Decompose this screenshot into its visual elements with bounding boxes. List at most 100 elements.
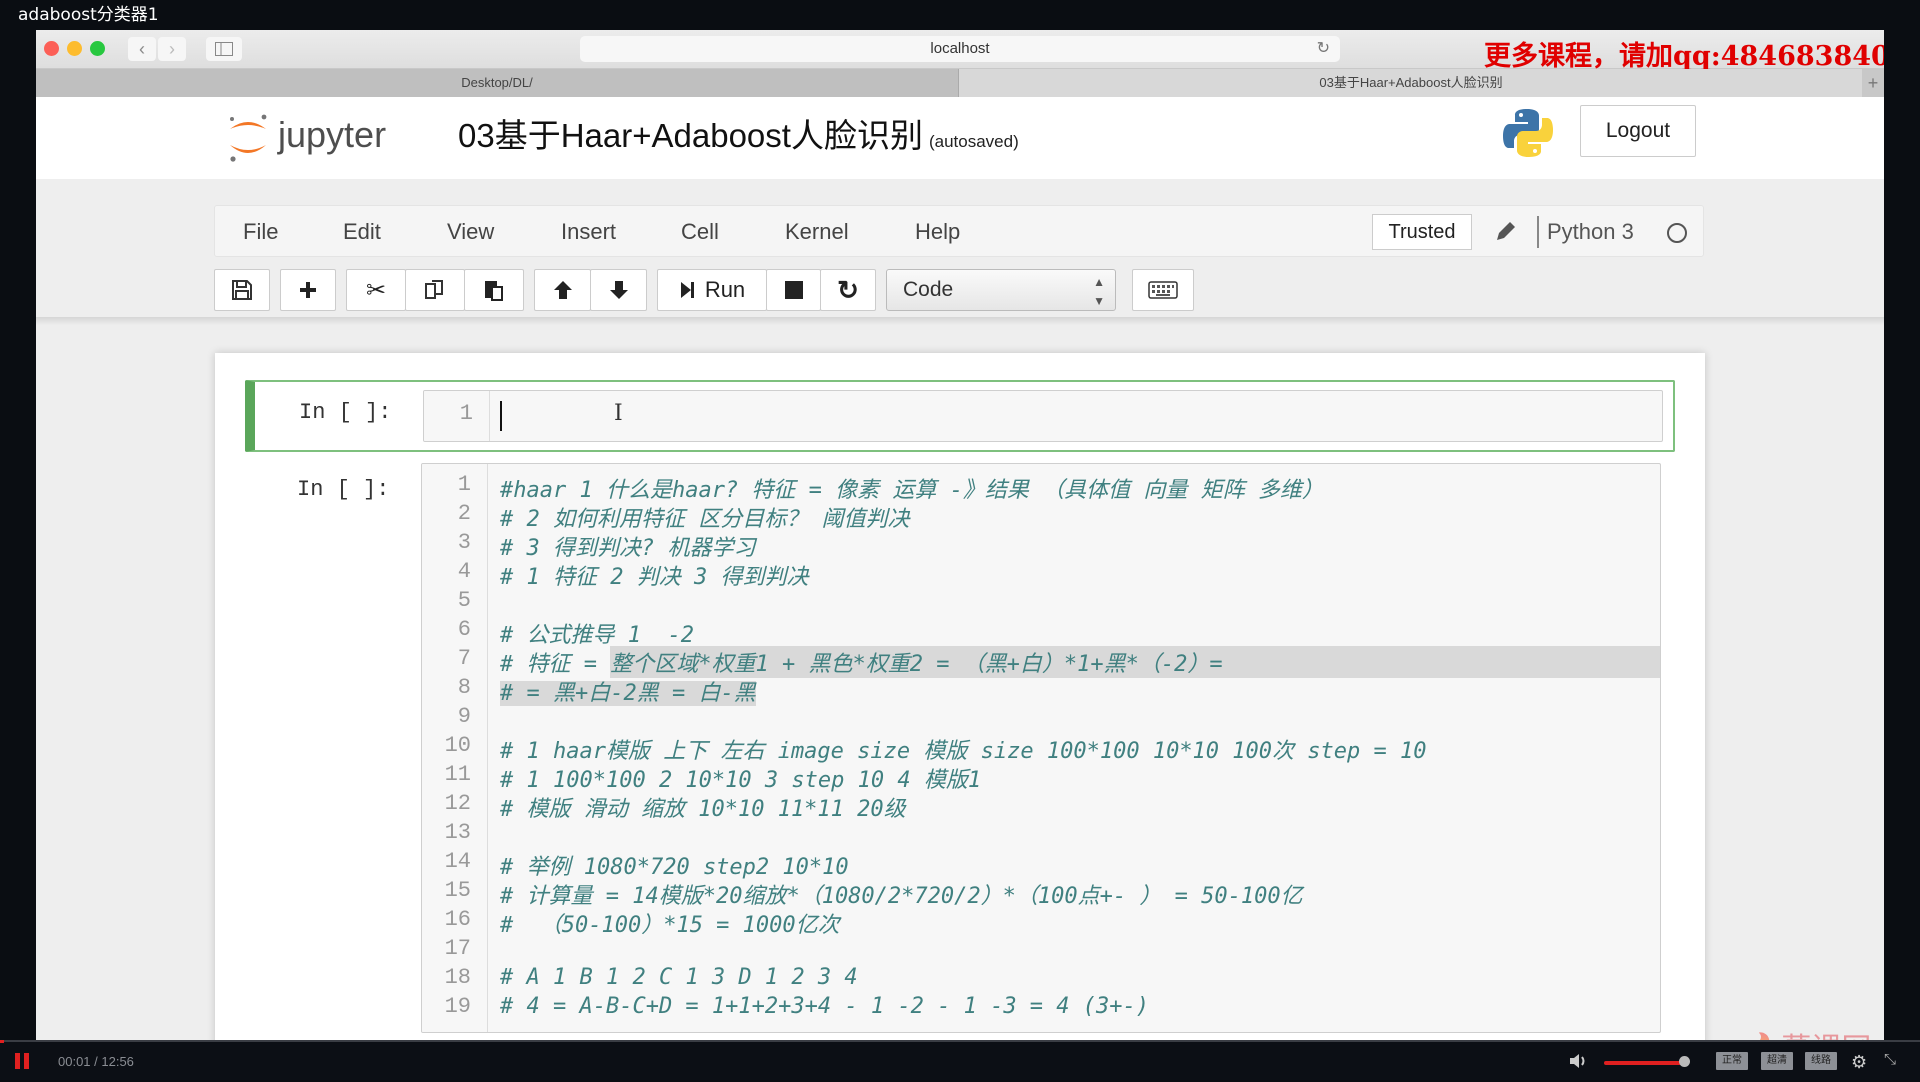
- playback-speed-button[interactable]: 正常: [1716, 1052, 1748, 1070]
- notebook-toolbar: ✂ Run ↻ Code ▲ ▼: [214, 269, 1514, 313]
- logout-button[interactable]: Logout: [1580, 105, 1696, 157]
- browser-toolbar: ‹ › localhost ↻ 更多课程，请加qq:484683840: [36, 30, 1884, 72]
- python-logo-icon: [1503, 109, 1553, 157]
- save-button[interactable]: [214, 269, 270, 311]
- jupyter-logo[interactable]: jupyter: [224, 107, 434, 167]
- address-bar[interactable]: localhost ↻: [580, 36, 1340, 62]
- code-cell[interactable]: In [ ]: 1 2 3 4 5 6 7 8 9 10 11 12 13 14 15 16 17 18 19 #h…: [245, 463, 1675, 1033]
- watermark-logo: 🔥慕课网: [1744, 1024, 1871, 1040]
- code-line: # 模版 滑动 缩放 10*10 11*11 20级: [500, 797, 906, 822]
- code-line: # 计算量 = 14模版*20缩放*（1080/2*720/2）*（100点+-…: [500, 884, 1303, 909]
- minimize-window-button[interactable]: [67, 41, 82, 56]
- tab-desktop-dl[interactable]: Desktop/DL/: [36, 69, 959, 97]
- code-line: # （50-100）*15 = 1000亿次: [500, 913, 840, 938]
- gear-icon[interactable]: ⚙: [1851, 1052, 1867, 1073]
- move-down-button[interactable]: [590, 269, 647, 311]
- pause-icon[interactable]: [14, 1052, 30, 1070]
- command-palette-button[interactable]: [1132, 269, 1194, 311]
- line-number: 18: [444, 965, 471, 990]
- restart-kernel-button[interactable]: ↻: [820, 269, 876, 311]
- notebook-name[interactable]: 03基于Haar+Adaboost人脸识别: [458, 117, 923, 154]
- kernel-separator: [1537, 216, 1539, 248]
- code-line: #haar 1 什么是haar? 特征 = 像素 运算 -》结果 （具体值 向量…: [500, 478, 1324, 503]
- volume-icon[interactable]: [1568, 1052, 1588, 1070]
- line-number: 12: [444, 791, 471, 816]
- line-number: 13: [444, 820, 471, 845]
- notebook-title[interactable]: 03基于Haar+Adaboost人脸识别 (autosaved): [458, 109, 1019, 157]
- move-up-button[interactable]: [534, 269, 591, 311]
- interrupt-kernel-button[interactable]: [766, 269, 821, 311]
- promo-overlay-text: 更多课程，请加qq:484683840: [1484, 41, 1884, 72]
- plus-icon: [300, 282, 316, 298]
- browser-window: ‹ › localhost ↻ 更多课程，请加qq:484683840 Desk…: [36, 30, 1884, 1040]
- code-cell-selected[interactable]: In [ ]: 1 I: [245, 380, 1675, 452]
- route-button[interactable]: 线路: [1805, 1052, 1837, 1070]
- quality-button[interactable]: 超清: [1761, 1052, 1793, 1070]
- pencil-icon[interactable]: [1493, 218, 1519, 244]
- line-number: 5: [457, 588, 471, 613]
- kernel-name[interactable]: Python 3: [1547, 206, 1634, 258]
- menu-kernel[interactable]: Kernel: [785, 206, 849, 258]
- paste-button[interactable]: [464, 269, 524, 311]
- keyboard-icon: [1148, 281, 1178, 299]
- jupyter-header: jupyter 03基于Haar+Adaboost人脸识别 (autosaved)…: [36, 97, 1884, 179]
- video-time: 00:01 / 12:56: [58, 1054, 134, 1069]
- exit-fullscreen-icon[interactable]: ⤡: [1884, 1051, 1896, 1068]
- menu-insert[interactable]: Insert: [561, 206, 616, 258]
- code-editor[interactable]: 1 2 3 4 5 6 7 8 9 10 11 12 13 14 15 16 17 18 19 #haar 1 什么…: [421, 463, 1661, 1033]
- menu-file[interactable]: File: [243, 206, 278, 258]
- line-number: 15: [444, 878, 471, 903]
- back-button[interactable]: ‹: [128, 37, 156, 61]
- maximize-window-button[interactable]: [90, 41, 105, 56]
- line-number-gutter: 1 2 3 4 5 6 7 8 9 10 11 12 13 14 15 16 17 18 19: [422, 464, 488, 1032]
- volume-slider[interactable]: [1604, 1061, 1684, 1065]
- select-arrows-icon: ▲ ▼: [1093, 275, 1105, 308]
- line-number: 7: [457, 646, 471, 671]
- video-progress-bar[interactable]: [0, 1040, 4, 1043]
- code-line: # = 黑+白-2黑 = 白-黑: [500, 675, 756, 707]
- copy-button[interactable]: [405, 269, 465, 311]
- reload-icon[interactable]: ↻: [1317, 36, 1330, 62]
- menu-edit[interactable]: Edit: [343, 206, 381, 258]
- cut-button[interactable]: ✂: [346, 269, 406, 311]
- chevron-left-icon: ‹: [139, 39, 145, 59]
- volume-slider-handle[interactable]: [1679, 1056, 1690, 1067]
- line-number: 11: [444, 762, 471, 787]
- tab-notebook[interactable]: 03基于Haar+Adaboost人脸识别: [959, 69, 1863, 97]
- code-line: # 2 如何利用特征 区分目标？ 阈值判决: [500, 507, 910, 532]
- run-button[interactable]: Run: [657, 269, 767, 311]
- line-number: 9: [457, 704, 471, 729]
- line-number-gutter: 1: [424, 391, 490, 441]
- jupyter-page: jupyter 03基于Haar+Adaboost人脸识别 (autosaved)…: [36, 97, 1884, 1040]
- sidebar-icon: [215, 42, 233, 56]
- cell-type-select[interactable]: Code ▲ ▼: [886, 269, 1116, 311]
- cell-type-value: Code: [903, 278, 954, 301]
- line-number: 3: [457, 530, 471, 555]
- arrow-up-icon: [553, 281, 572, 299]
- line-number: 10: [444, 733, 471, 758]
- line-number: 16: [444, 907, 471, 932]
- line-number: 6: [457, 617, 471, 642]
- step-forward-icon: [680, 282, 694, 298]
- menu-view[interactable]: View: [447, 206, 494, 258]
- scissors-icon: ✂: [365, 276, 387, 304]
- new-tab-button[interactable]: +: [1862, 69, 1884, 97]
- notebook-container: In [ ]: 1 I In [ ]: 1 2 3 4 5 6 7 8 9 10 11 12 13 14 1…: [215, 353, 1705, 1040]
- forward-button[interactable]: ›: [158, 37, 186, 61]
- menu-help[interactable]: Help: [915, 206, 960, 258]
- trusted-indicator[interactable]: Trusted: [1372, 214, 1472, 250]
- line-number: 14: [444, 849, 471, 874]
- menu-cell[interactable]: Cell: [681, 206, 719, 258]
- selected-text: # = 黑+白-2黑 = 白-黑: [500, 681, 756, 706]
- header-divider: [36, 317, 1884, 325]
- paste-icon: [485, 281, 503, 301]
- cell-prompt: In [ ]:: [297, 477, 390, 502]
- video-title: adaboost分类器1: [0, 0, 1920, 30]
- code-editor[interactable]: 1 I: [423, 390, 1663, 442]
- insert-cell-button[interactable]: [280, 269, 336, 311]
- code-line: # 公式推导 1 -2: [500, 623, 694, 648]
- line-number: 1: [459, 401, 473, 426]
- close-window-button[interactable]: [44, 41, 59, 56]
- sidebar-toggle-button[interactable]: [206, 37, 242, 61]
- floppy-disk-icon: [232, 280, 252, 300]
